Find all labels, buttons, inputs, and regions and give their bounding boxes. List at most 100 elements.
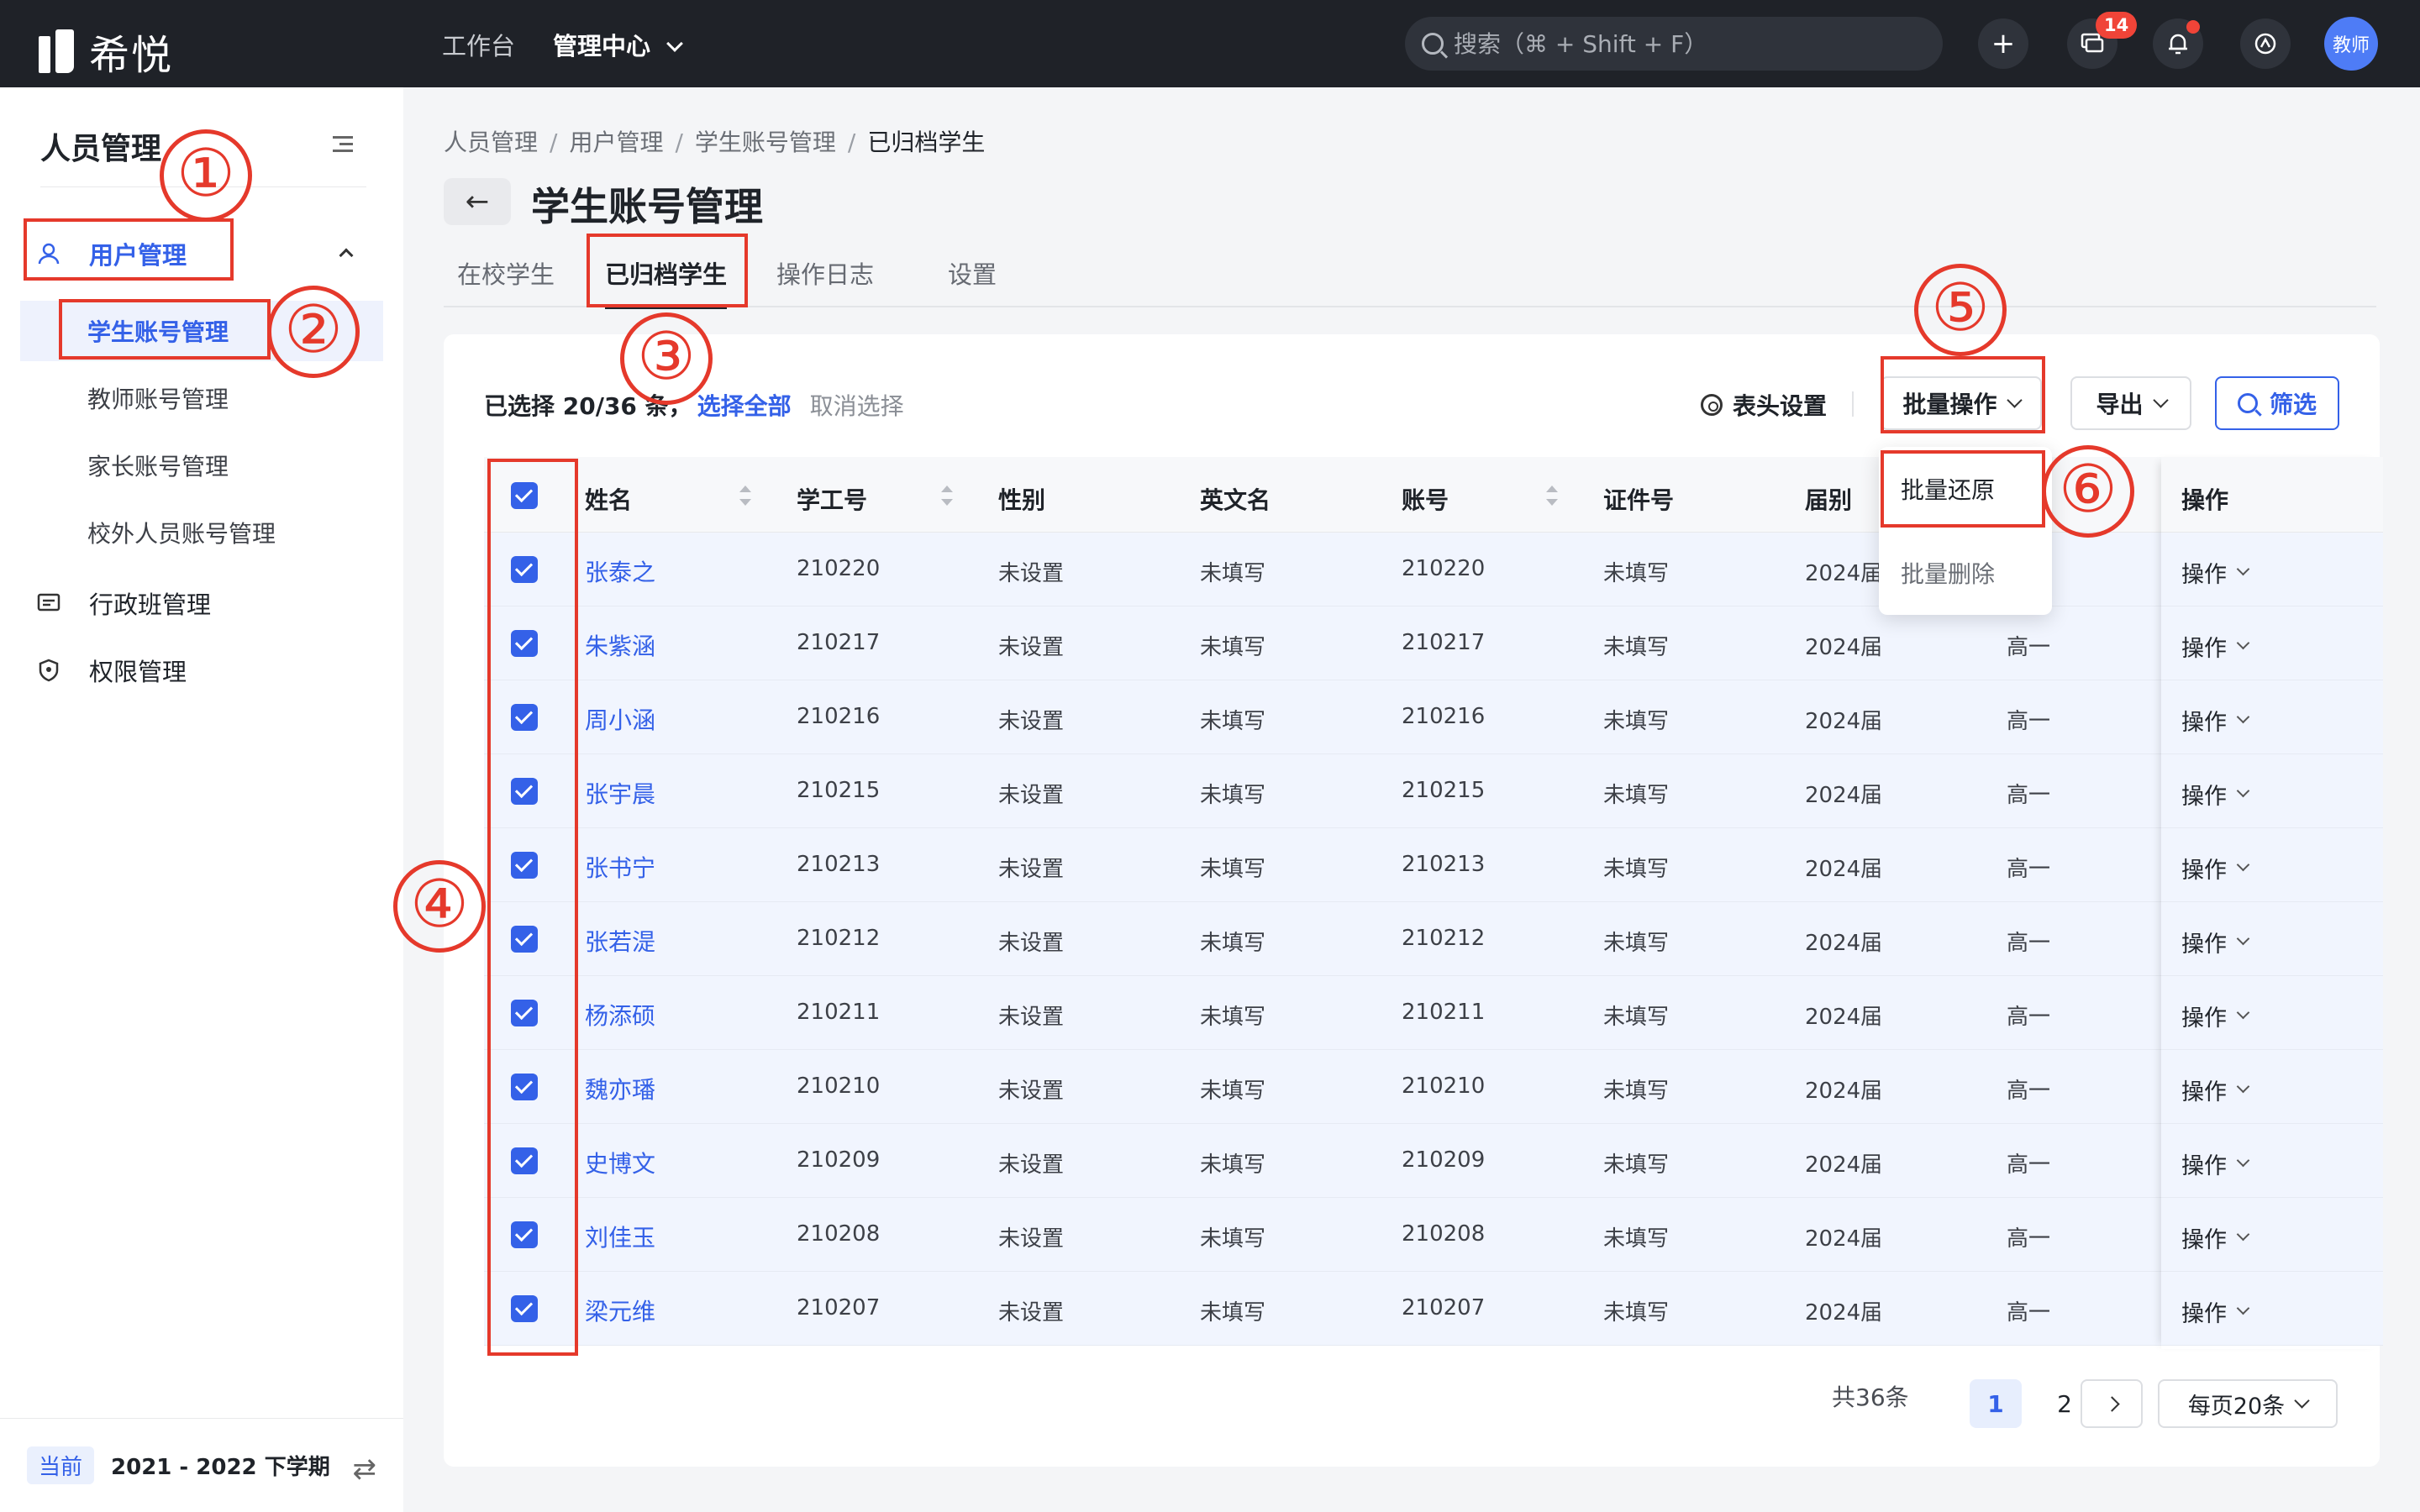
annotation-box-archived-tab <box>587 234 748 307</box>
cell-student-id: 210211 <box>797 1000 881 1025</box>
cell-grade: 高一 <box>2007 857 2051 882</box>
cell-account: 210211 <box>1402 1000 1486 1025</box>
annotation-box-checkboxes <box>487 459 578 1356</box>
table-row[interactable]: 魏亦璠 210210 未设置 未填写 210210 未填写 2024届 高一 操作 <box>484 1050 2383 1124</box>
column-header-name[interactable]: 姓名 <box>585 482 632 516</box>
back-button[interactable]: ← <box>444 178 511 225</box>
cancel-selection-link[interactable]: 取消选择 <box>810 392 904 420</box>
sidebar-group-permission-management[interactable]: 权限管理 <box>24 640 380 701</box>
search-icon <box>1422 33 1444 55</box>
breadcrumb-item[interactable]: 用户管理 <box>569 129 663 156</box>
column-header-account[interactable]: 账号 <box>1402 482 1449 516</box>
sidebar-item-parent-accounts[interactable]: 家长账号管理 <box>20 435 383 496</box>
breadcrumb: 人员管理 / 用户管理 / 学生账号管理 / 已归档学生 <box>444 129 986 156</box>
search-input[interactable] <box>1454 29 1924 58</box>
cell-gender: 未设置 <box>998 857 1065 882</box>
cell-name[interactable]: 张宇晨 <box>585 776 655 810</box>
cell-id-number: 未填写 <box>1603 857 1670 882</box>
cell-english-name: 未填写 <box>1200 931 1266 956</box>
page-size-select[interactable]: 每页20条 <box>2158 1379 2338 1428</box>
breadcrumb-item[interactable]: 人员管理 <box>444 129 538 156</box>
cell-name[interactable]: 朱紫涵 <box>585 628 655 662</box>
sort-icon[interactable] <box>941 486 953 506</box>
help-circle-icon <box>2254 33 2276 55</box>
notifications-button[interactable] <box>2153 18 2203 69</box>
cell-name[interactable]: 魏亦璠 <box>585 1072 655 1105</box>
menu-item-batch-delete[interactable]: 批量删除 <box>1901 556 1995 590</box>
sort-icon[interactable] <box>1546 486 1558 506</box>
export-button[interactable]: 导出 <box>2070 376 2191 430</box>
header-settings-button[interactable]: 表头设置 <box>1701 388 1827 422</box>
cell-grade: 高一 <box>2007 1300 2051 1326</box>
tab-enrolled-students[interactable]: 在校学生 <box>457 255 555 291</box>
sidebar-group-label: 行政班管理 <box>89 591 212 619</box>
page-button-1[interactable]: 1 <box>1970 1379 2022 1428</box>
cell-student-id: 210216 <box>797 704 881 729</box>
sidebar-item-external-accounts[interactable]: 校外人员账号管理 <box>20 502 383 563</box>
breadcrumb-item[interactable]: 学生账号管理 <box>695 129 836 156</box>
cell-name[interactable]: 刘佳玉 <box>585 1220 655 1253</box>
global-search[interactable] <box>1405 17 1943 71</box>
help-button[interactable] <box>2240 18 2291 69</box>
cell-name[interactable]: 周小涵 <box>585 702 655 736</box>
table-row[interactable]: 梁元维 210207 未设置 未填写 210207 未填写 2024届 高一 操作 <box>484 1272 2383 1346</box>
table-row[interactable]: 朱紫涵 210217 未设置 未填写 210217 未填写 2024届 高一 操作 <box>484 606 2383 680</box>
nav-management-center[interactable]: 管理中心 <box>553 27 683 62</box>
term-selector[interactable]: 当前 2021 - 2022 下学期 ⇄ <box>0 1418 403 1512</box>
cell-gender: 未设置 <box>998 1152 1065 1178</box>
add-button[interactable]: + <box>1978 18 2028 69</box>
cell-gender: 未设置 <box>998 1005 1065 1030</box>
cell-name[interactable]: 史博文 <box>585 1146 655 1179</box>
chevron-up-icon <box>339 248 354 263</box>
table-row[interactable]: 周小涵 210216 未设置 未填写 210216 未填写 2024届 高一 操作 <box>484 680 2383 754</box>
cell-id-number: 未填写 <box>1603 1152 1670 1178</box>
table-row[interactable]: 杨添硕 210211 未设置 未填写 210211 未填写 2024届 高一 操作 <box>484 976 2383 1050</box>
sort-icon[interactable] <box>739 486 751 506</box>
app-logo[interactable]: 希悦 <box>39 22 173 81</box>
table-row[interactable]: 史博文 210209 未设置 未填写 210209 未填写 2024届 高一 操作 <box>484 1124 2383 1198</box>
search-icon <box>2237 393 2258 413</box>
messages-button[interactable]: 14 <box>2067 12 2138 69</box>
nav-workbench[interactable]: 工作台 <box>442 27 515 62</box>
column-header-id-number: 证件号 <box>1603 486 1675 514</box>
nav-management-center-label: 管理中心 <box>553 32 651 60</box>
gear-icon <box>1701 394 1723 416</box>
select-all-link[interactable]: 选择全部 <box>697 392 792 420</box>
cell-student-id: 210217 <box>797 630 881 655</box>
filter-button[interactable]: 筛选 <box>2215 376 2339 430</box>
cell-name[interactable]: 张若湜 <box>585 924 655 958</box>
current-term-tag: 当前 <box>27 1446 95 1484</box>
table-row[interactable]: 张若湜 210212 未设置 未填写 210212 未填写 2024届 高一 操作 <box>484 902 2383 976</box>
annotation-number-2: ② <box>267 286 360 378</box>
tab-operation-log[interactable]: 操作日志 <box>776 255 874 291</box>
column-header-student-id[interactable]: 学工号 <box>797 482 867 516</box>
table-row[interactable]: 张宇晨 210215 未设置 未填写 210215 未填写 2024届 高一 操作 <box>484 754 2383 828</box>
tab-settings[interactable]: 设置 <box>948 255 997 291</box>
table-row[interactable]: 刘佳玉 210208 未设置 未填写 210208 未填写 2024届 高一 操作 <box>484 1198 2383 1272</box>
sidebar-item-teacher-accounts[interactable]: 教师账号管理 <box>20 368 383 428</box>
column-header-cohort: 届别 <box>1805 486 1853 514</box>
next-page-button[interactable] <box>2081 1379 2143 1428</box>
table-row[interactable]: 张泰之 210220 未设置 未填写 210220 未填写 2024届 操作 <box>484 533 2383 606</box>
cell-name[interactable]: 张泰之 <box>585 554 655 588</box>
cell-english-name: 未填写 <box>1200 561 1266 586</box>
cell-english-name: 未填写 <box>1200 1152 1266 1178</box>
swap-icon[interactable]: ⇄ <box>353 1452 377 1486</box>
user-avatar[interactable]: 教师 <box>2324 17 2378 71</box>
cell-english-name: 未填写 <box>1200 635 1266 660</box>
table-row[interactable]: 张书宁 210213 未设置 未填写 210213 未填写 2024届 高一 操作 <box>484 828 2383 902</box>
cell-student-id: 210215 <box>797 778 881 803</box>
collapse-sidebar-icon[interactable] <box>333 136 353 153</box>
annotation-number-4: ④ <box>393 860 486 953</box>
header-settings-label: 表头设置 <box>1733 392 1828 420</box>
cell-cohort: 2024届 <box>1805 1005 1883 1030</box>
cell-grade: 高一 <box>2007 709 2051 734</box>
cell-name[interactable]: 梁元维 <box>585 1294 655 1327</box>
cell-name[interactable]: 张书宁 <box>585 850 655 884</box>
cell-name[interactable]: 杨添硕 <box>585 998 655 1032</box>
unread-dot <box>2186 20 2200 34</box>
cell-id-number: 未填写 <box>1603 709 1670 734</box>
sidebar-group-class-management[interactable]: 行政班管理 <box>24 573 380 633</box>
annotation-number-3: ③ <box>620 312 713 405</box>
cell-gender: 未设置 <box>998 1226 1065 1252</box>
